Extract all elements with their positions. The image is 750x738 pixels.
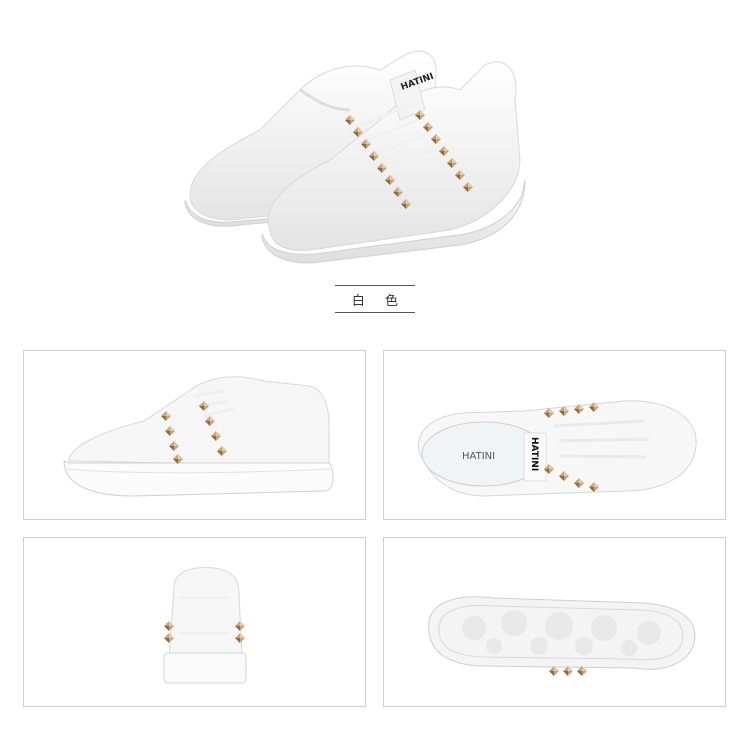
color-label-block: 白 色: [335, 285, 415, 313]
top-tongue-text: HATINI: [529, 437, 539, 471]
panel-top-view: HATINI HATINI: [383, 350, 726, 520]
back-view-image: [163, 567, 247, 684]
color-label: 白 色: [351, 294, 407, 309]
divider-top: [335, 285, 415, 286]
insole-brand-text: HATINI: [462, 451, 495, 462]
panel-back-view: [23, 537, 366, 707]
top-view-image: HATINI HATINI: [417, 400, 697, 497]
hero-shoe-pair-image: HATINI: [184, 50, 526, 264]
sole-view-image: [427, 596, 696, 676]
divider-bottom: [335, 312, 415, 313]
panel-side-view: [23, 350, 366, 520]
side-view-image: [63, 376, 334, 497]
panel-sole-view: [383, 537, 726, 707]
sole-studs: [549, 666, 587, 676]
